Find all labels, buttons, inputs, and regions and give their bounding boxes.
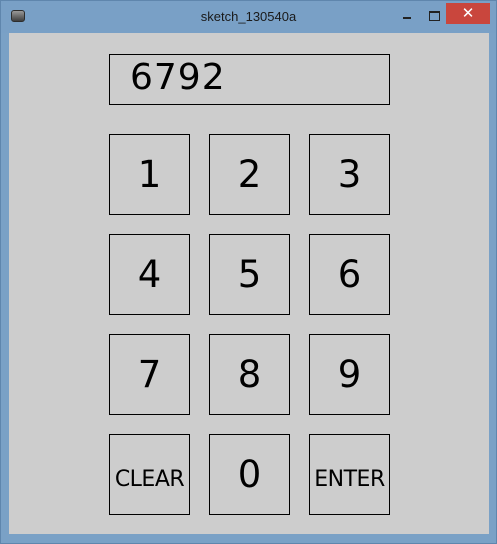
minimize-button[interactable] <box>394 5 418 25</box>
app-window: sketch_130540a ✕ 6792 1 2 3 4 5 6 7 8 9 … <box>0 0 497 544</box>
close-icon: ✕ <box>461 4 475 22</box>
enter-button[interactable]: ENTER <box>309 434 390 515</box>
key-9[interactable]: 9 <box>309 334 390 415</box>
key-4[interactable]: 4 <box>109 234 190 315</box>
clear-button[interactable]: CLEAR <box>109 434 190 515</box>
sketch-canvas: 6792 1 2 3 4 5 6 7 8 9 CLEAR 0 ENTER <box>9 33 489 534</box>
maximize-icon <box>429 11 440 21</box>
key-1[interactable]: 1 <box>109 134 190 215</box>
key-7[interactable]: 7 <box>109 334 190 415</box>
close-button[interactable]: ✕ <box>446 3 490 24</box>
key-2[interactable]: 2 <box>209 134 290 215</box>
key-8[interactable]: 8 <box>209 334 290 415</box>
key-0[interactable]: 0 <box>209 434 290 515</box>
key-6[interactable]: 6 <box>309 234 390 315</box>
title-bar[interactable]: sketch_130540a ✕ <box>1 1 496 33</box>
key-3[interactable]: 3 <box>309 134 390 215</box>
pin-display-value: 6792 <box>130 57 226 98</box>
key-5[interactable]: 5 <box>209 234 290 315</box>
maximize-button[interactable] <box>422 5 446 25</box>
pin-display: 6792 <box>109 54 390 105</box>
minimize-icon <box>403 17 411 19</box>
